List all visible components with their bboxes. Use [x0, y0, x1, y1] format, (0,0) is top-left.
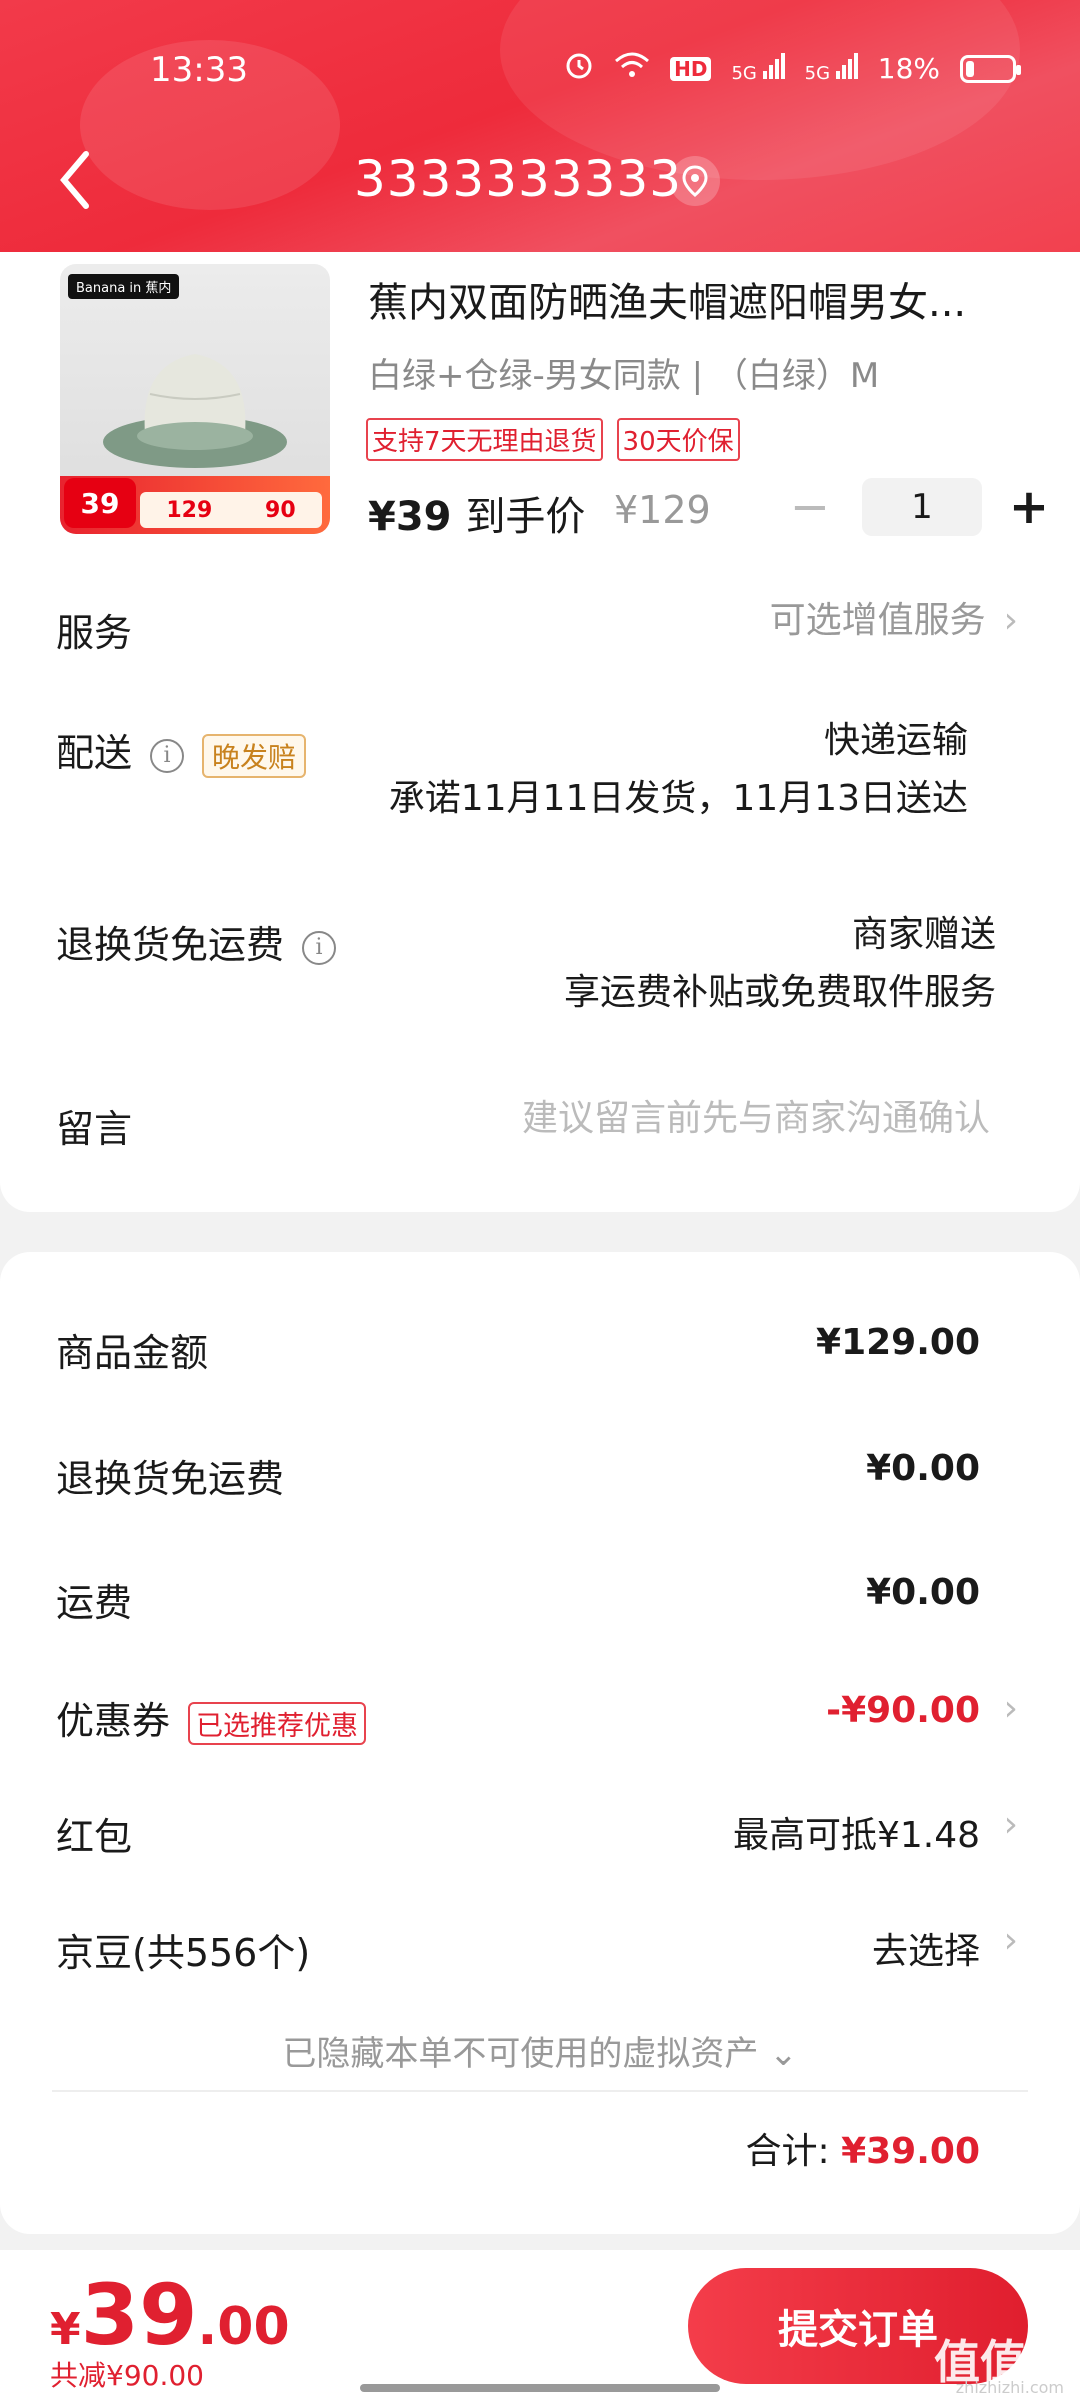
service-row[interactable]: 可选增值服务 › — [770, 592, 1018, 650]
bucket-hat-image — [103, 354, 287, 468]
return-freight-label: 退换货免运费 — [56, 1457, 285, 1501]
order-items-card: Banana in 蕉内 39 129 90 蕉内双面防晒渔夫帽遮阳帽男女...… — [0, 252, 1080, 1212]
final-price-label: 到手价 — [465, 494, 586, 540]
increase-button[interactable]: + — [1004, 479, 1054, 535]
signal-icon: 5G — [805, 53, 858, 84]
return-row-label: 退换货免运费 i — [56, 914, 337, 969]
watermark-url: zhizhizhi.com — [955, 2378, 1064, 2397]
status-bar: 13:33 HD 5G 5G 18% — [0, 44, 1080, 100]
redpacket-label: 红包 — [56, 1815, 133, 1859]
price-decimal: .00 — [197, 2297, 290, 2357]
thumb-orig-price: 129 — [166, 497, 213, 523]
status-time: 13:33 — [150, 50, 248, 90]
decrease-button[interactable]: − — [780, 479, 840, 535]
thumb-coupon: 90 — [265, 497, 296, 523]
message-label: 留言 — [56, 1107, 133, 1151]
return-freight-label: 退换货免运费 — [56, 923, 285, 967]
checkout-price: ¥39.00 — [50, 2266, 290, 2364]
thumb-price-badge: 39 — [64, 478, 136, 528]
price-integer: 39 — [80, 2266, 198, 2364]
currency-symbol: ¥ — [50, 2304, 81, 2355]
total-saved: 共减¥90.00 — [50, 2359, 204, 2392]
alarm-icon — [564, 50, 594, 87]
price-summary-card: 商品金额 ¥129.00 退换货免运费 ¥0.00 运费 ¥0.00 优惠券 已选… — [0, 1252, 1080, 2234]
final-price: ¥39 — [368, 494, 452, 540]
product-tags: 支持7天无理由退货 30天价保 — [366, 418, 740, 461]
freight-value: ¥0.00 — [866, 1572, 980, 1613]
address-title[interactable]: 3333333333 — [354, 150, 682, 208]
header: 13:33 HD 5G 5G 18% 3333333333 — [0, 0, 1080, 260]
jingdou-select[interactable]: 去选择 — [872, 1922, 980, 1974]
hidden-assets-toggle[interactable]: 已隐藏本单不可使用的虚拟资产 ⌄ — [0, 2026, 1080, 2075]
service-label: 服务 — [56, 611, 133, 655]
wifi-icon — [614, 51, 650, 86]
signal-icon: 5G — [731, 53, 785, 84]
chevron-right-icon[interactable]: › — [1004, 1688, 1018, 1729]
quantity-value[interactable]: 1 — [862, 478, 982, 536]
status-icons: HD 5G 5G 18% — [564, 50, 1021, 87]
product-thumbnail[interactable]: Banana in 蕉内 39 129 90 — [60, 264, 330, 534]
redpacket-value[interactable]: 最高可抵¥1.48 — [733, 1806, 980, 1858]
brand-badge: Banana in 蕉内 — [68, 274, 180, 299]
quantity-stepper: − 1 + — [780, 478, 1054, 536]
chevron-right-icon[interactable]: › — [1004, 1804, 1018, 1845]
battery-percent: 18% — [877, 52, 940, 85]
product-name[interactable]: 蕉内双面防晒渔夫帽遮阳帽男女... — [368, 270, 1008, 328]
chevron-right-icon[interactable]: › — [1004, 1920, 1018, 1961]
original-price: ¥129 — [614, 488, 711, 532]
goods-amount-label: 商品金额 — [56, 1331, 209, 1375]
hd-icon: HD — [670, 56, 712, 81]
return-freight-info: 商家赠送 享运费补贴或免费取件服务 — [564, 906, 996, 1022]
battery-icon — [960, 54, 1021, 83]
checkout-bar: ¥39.00 共减¥90.00 提交订单 值值值 zhizhizhi.com — [0, 2250, 1080, 2400]
return-freight-value: ¥0.00 — [866, 1448, 980, 1489]
info-icon[interactable]: i — [302, 930, 337, 965]
hidden-assets-label: 已隐藏本单不可使用的虚拟资产 — [282, 2034, 759, 2074]
coupon-value[interactable]: -¥90.00 — [826, 1690, 980, 1731]
freight-label: 运费 — [56, 1581, 133, 1625]
nav-bar: 3333333333 — [0, 140, 1080, 230]
coupon-row-label: 优惠券 已选推荐优惠 — [56, 1690, 367, 1745]
delivery-label: 配送 — [56, 731, 133, 775]
thumb-promo-info: 129 90 — [140, 492, 322, 528]
battery-fill — [966, 60, 974, 77]
info-icon[interactable]: i — [150, 738, 185, 773]
delivery-method: 快递运输 — [823, 720, 968, 761]
product-spec[interactable]: 白绿+仓绿-男女同款 | （白绿）M — [368, 348, 879, 397]
tag-price-protect: 30天价保 — [616, 418, 740, 461]
signal-label: 5G — [804, 63, 831, 84]
return-freight-value: 商家赠送 — [851, 914, 996, 955]
location-pin-icon[interactable] — [670, 156, 720, 206]
divider — [52, 2090, 1028, 2092]
chevron-down-icon: ⌄ — [769, 2034, 798, 2074]
home-indicator[interactable] — [360, 2384, 720, 2392]
tag-return: 支持7天无理由退货 — [366, 418, 603, 461]
chevron-right-icon: › — [1003, 600, 1018, 641]
total-value: ¥39.00 — [841, 2131, 980, 2172]
back-icon[interactable] — [56, 148, 96, 223]
thumb-price: 39 — [80, 486, 120, 520]
product-price: ¥39 到手价 — [368, 484, 585, 542]
message-input[interactable]: 建议留言前先与商家沟通确认 — [522, 1090, 990, 1148]
coupon-label: 优惠券 — [56, 1699, 171, 1743]
total-label: 合计: — [745, 2131, 830, 2172]
service-value: 可选增值服务 — [769, 600, 986, 641]
delivery-row-label: 配送 i 晚发赔 — [56, 722, 307, 778]
late-compensation-tag: 晚发赔 — [202, 733, 307, 778]
jingdou-label: 京豆(共556个) — [56, 1931, 311, 1975]
return-freight-detail: 享运费补贴或免费取件服务 — [563, 972, 996, 1013]
delivery-promise: 承诺11月11日发货，11月13日送达 — [388, 778, 968, 819]
goods-amount-value: ¥129.00 — [816, 1322, 980, 1363]
total-row: 合计: ¥39.00 — [745, 2122, 980, 2174]
delivery-info[interactable]: 快递运输 承诺11月11日发货，11月13日送达 — [389, 712, 968, 828]
signal-label: 5G — [731, 63, 757, 84]
recommended-coupon-tag: 已选推荐优惠 — [188, 1702, 367, 1745]
